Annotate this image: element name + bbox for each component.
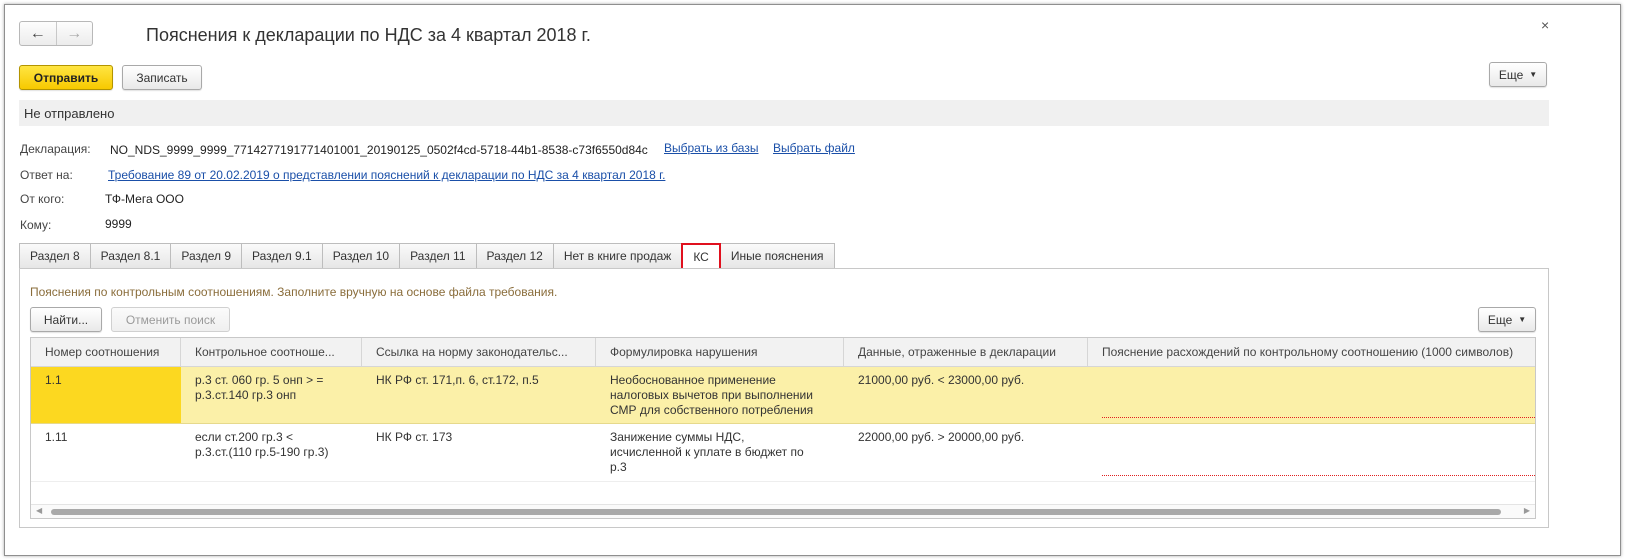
forward-icon[interactable]: → — [55, 22, 93, 45]
chevron-down-icon: ▼ — [1529, 70, 1538, 79]
control-ratios-table: Номер соотношения Контрольное соотноше..… — [30, 337, 1536, 519]
more-menu-button[interactable]: Еще ▼ — [1489, 62, 1547, 87]
panel-hint: Пояснения по контрольным соотношениям. З… — [30, 285, 558, 299]
select-file-link[interactable]: Выбрать файл — [773, 141, 855, 155]
chevron-down-icon: ▼ — [1518, 315, 1527, 324]
scrollbar-thumb[interactable] — [51, 509, 1501, 515]
ks-tab-panel: Пояснения по контрольным соотношениям. З… — [19, 268, 1549, 528]
tab-section-9[interactable]: Раздел 9 — [170, 243, 242, 269]
section-tabs: Раздел 8 Раздел 8.1 Раздел 9 Раздел 9.1 … — [19, 243, 835, 270]
tab-other-explanations[interactable]: Иные пояснения — [720, 243, 835, 269]
declaration-value: NO_NDS_9999_9999_7714277191771401001_201… — [110, 143, 648, 157]
send-button[interactable]: Отправить — [19, 65, 113, 90]
form-window: ← → Пояснения к декларации по НДС за 4 к… — [4, 4, 1621, 556]
from-value: ТФ-Мега ООО — [105, 192, 184, 206]
requirement-link[interactable]: Требование 89 от 20.02.2019 о представле… — [108, 168, 665, 182]
horizontal-scrollbar[interactable]: ◀ ▶ — [31, 504, 1535, 518]
close-icon[interactable]: × — [1541, 17, 1549, 33]
navigation-buttons: ← → — [19, 21, 93, 46]
from-label: От кого: — [20, 192, 65, 206]
table-cell[interactable]: 22000,00 руб. > 20000,00 руб. — [844, 424, 1088, 482]
status-bar: Не отправлено — [19, 100, 1549, 126]
scroll-right-icon[interactable]: ▶ — [1524, 506, 1530, 515]
column-header[interactable]: Формулировка нарушения — [596, 338, 844, 367]
cancel-search-button[interactable]: Отменить поиск — [111, 307, 230, 332]
reply-label: Ответ на: — [20, 168, 73, 182]
tab-section-8-1[interactable]: Раздел 8.1 — [89, 243, 171, 269]
back-icon[interactable]: ← — [20, 22, 56, 45]
to-value: 9999 — [105, 217, 132, 231]
to-label: Кому: — [20, 218, 52, 232]
table-cell[interactable]: 21000,00 руб. < 23000,00 руб. — [844, 367, 1088, 424]
explanation-input-cell[interactable] — [1088, 424, 1535, 482]
column-header[interactable]: Ссылка на норму законодательс... — [362, 338, 596, 367]
page-title: Пояснения к декларации по НДС за 4 кварт… — [146, 25, 591, 45]
table-cell[interactable]: Необоснованное применение налоговых выче… — [596, 367, 844, 424]
tab-ks[interactable]: КС — [681, 243, 721, 270]
table-cell[interactable]: 1.11 — [31, 424, 181, 482]
column-header[interactable]: Контрольное соотноше... — [181, 338, 362, 367]
table-cell[interactable]: Занижение суммы НДС, исчисленной к уплат… — [596, 424, 844, 482]
tab-section-9-1[interactable]: Раздел 9.1 — [241, 243, 322, 269]
column-header[interactable]: Пояснение расхождений по контрольному со… — [1088, 338, 1535, 367]
table-cell[interactable]: 1.1 — [31, 367, 181, 424]
column-header[interactable]: Данные, отраженные в декларации — [844, 338, 1088, 367]
scroll-left-icon[interactable]: ◀ — [36, 506, 42, 515]
select-from-base-link[interactable]: Выбрать из базы — [664, 141, 758, 155]
status-text: Не отправлено — [24, 105, 115, 121]
tab-section-12[interactable]: Раздел 12 — [475, 243, 553, 269]
explanation-input-cell[interactable] — [1088, 367, 1535, 424]
panel-more-button[interactable]: Еще ▼ — [1478, 307, 1536, 332]
table-cell[interactable]: р.3 ст. 060 гр. 5 онп > = р.3.ст.140 гр.… — [181, 367, 362, 424]
tab-section-8[interactable]: Раздел 8 — [19, 243, 90, 269]
tab-section-11[interactable]: Раздел 11 — [399, 243, 476, 269]
column-header[interactable]: Номер соотношения — [31, 338, 181, 367]
declaration-label: Декларация: — [20, 142, 91, 156]
table-cell[interactable]: НК РФ ст. 173 — [362, 424, 596, 482]
table-cell[interactable]: НК РФ ст. 171,п. 6, ст.172, п.5 — [362, 367, 596, 424]
find-button[interactable]: Найти... — [30, 307, 102, 332]
panel-more-label: Еще — [1487, 312, 1513, 327]
tab-section-10[interactable]: Раздел 10 — [321, 243, 400, 269]
tab-not-in-sales-book[interactable]: Нет в книге продаж — [552, 243, 682, 269]
save-button[interactable]: Записать — [122, 65, 202, 90]
more-menu-label: Еще — [1498, 67, 1524, 82]
table-cell[interactable]: если ст.200 гр.3 < р.3.ст.(110 гр.5-190 … — [181, 424, 362, 482]
